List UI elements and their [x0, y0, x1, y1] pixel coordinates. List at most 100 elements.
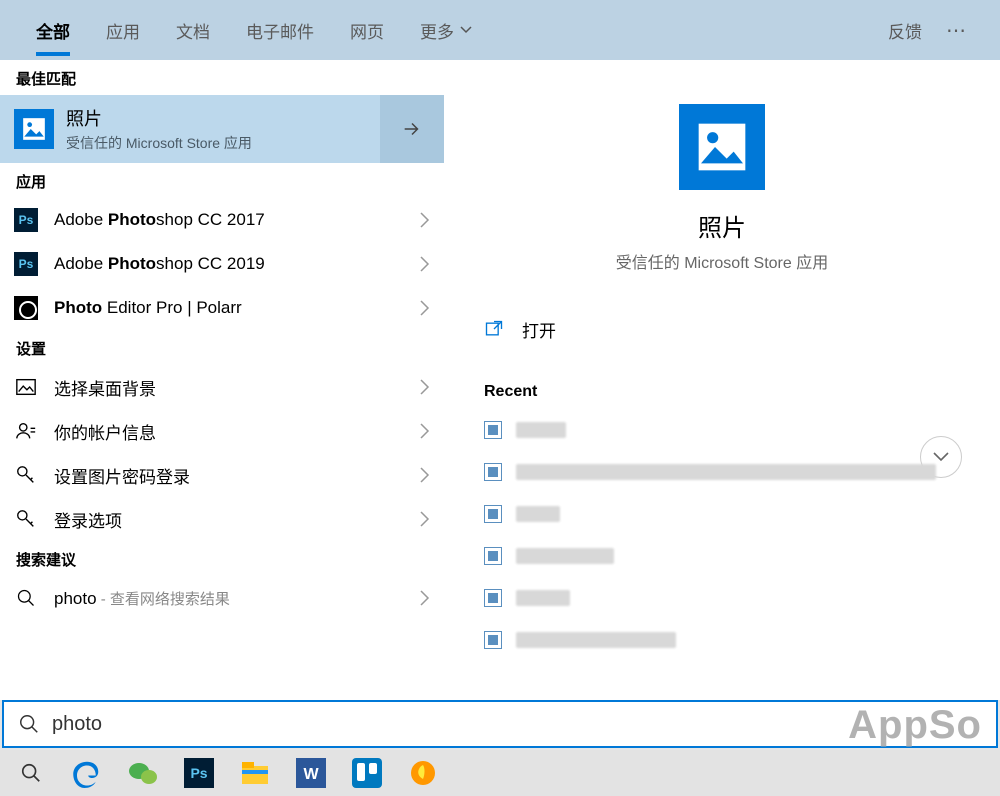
recent-item[interactable]	[484, 619, 960, 661]
photoshop-icon: Ps	[14, 208, 38, 232]
recent-item[interactable]	[484, 535, 960, 577]
tab-label: 文档	[176, 18, 210, 43]
search-icon	[14, 586, 38, 610]
recent-item-name	[516, 632, 676, 648]
recent-item-name	[516, 422, 566, 438]
search-box[interactable]	[2, 700, 998, 748]
recent-item-name	[516, 506, 560, 522]
tab-apps[interactable]: 应用	[88, 0, 158, 60]
recent-list	[444, 409, 1000, 661]
taskbar-edge-icon[interactable]	[70, 756, 104, 790]
overflow-menu-button[interactable]: ⋯	[932, 18, 982, 43]
image-file-icon	[484, 505, 502, 523]
recent-item[interactable]	[484, 451, 960, 493]
image-file-icon	[484, 547, 502, 565]
feedback-label: 反馈	[888, 23, 922, 42]
taskbar-word-icon[interactable]: W	[294, 756, 328, 790]
recent-item[interactable]	[484, 577, 960, 619]
app-result-label: Adobe Photoshop CC 2017	[54, 210, 418, 230]
best-match-title: 照片	[66, 105, 380, 131]
recent-item[interactable]	[484, 409, 960, 451]
results-list: 最佳匹配 照片 受信任的 Microsoft Store 应用 应用 Ps Ad…	[0, 60, 444, 700]
app-result-photoshop-2019[interactable]: Ps Adobe Photoshop CC 2019	[0, 242, 444, 286]
taskbar-wechat-icon[interactable]	[126, 756, 160, 790]
search-results-body: 最佳匹配 照片 受信任的 Microsoft Store 应用 应用 Ps Ad…	[0, 60, 1000, 700]
photos-app-icon	[14, 109, 54, 149]
recent-section-label: Recent	[444, 363, 1000, 409]
app-result-label: Adobe Photoshop CC 2019	[54, 254, 418, 274]
image-file-icon	[484, 589, 502, 607]
taskbar-search-icon[interactable]	[14, 756, 48, 790]
polarr-icon	[14, 296, 38, 320]
account-icon	[14, 419, 38, 443]
open-icon	[484, 319, 508, 339]
chevron-right-icon	[418, 421, 430, 441]
image-file-icon	[484, 463, 502, 481]
section-best-match: 最佳匹配	[0, 60, 444, 95]
tab-documents[interactable]: 文档	[158, 0, 228, 60]
chevron-right-icon	[418, 509, 430, 529]
setting-label: 登录选项	[54, 507, 418, 532]
taskbar-explorer-icon[interactable]	[238, 756, 272, 790]
taskbar-trello-icon[interactable]	[350, 756, 384, 790]
svg-text:W: W	[303, 766, 319, 783]
best-match-result[interactable]: 照片 受信任的 Microsoft Store 应用	[0, 95, 444, 163]
chevron-right-icon	[418, 588, 430, 608]
picture-icon	[14, 375, 38, 399]
recent-item[interactable]	[484, 493, 960, 535]
chevron-right-icon	[418, 210, 430, 230]
section-apps: 应用	[0, 163, 444, 198]
app-result-photoshop-2017[interactable]: Ps Adobe Photoshop CC 2017	[0, 198, 444, 242]
tab-web[interactable]: 网页	[332, 0, 402, 60]
taskbar: Ps W	[0, 750, 1000, 796]
chevron-right-icon	[418, 465, 430, 485]
detail-subtitle: 受信任的 Microsoft Store 应用	[616, 249, 828, 273]
section-suggestions: 搜索建议	[0, 541, 444, 576]
search-filter-tabs: 全部 应用 文档 电子邮件 网页 更多 反馈 ⋯	[0, 0, 1000, 60]
tab-label: 电子邮件	[246, 18, 314, 43]
open-label: 打开	[522, 317, 556, 342]
best-match-texts: 照片 受信任的 Microsoft Store 应用	[66, 105, 380, 153]
tab-label: 全部	[36, 18, 70, 43]
app-result-polarr[interactable]: Photo Editor Pro | Polarr	[0, 286, 444, 330]
setting-signin-options[interactable]: 登录选项	[0, 497, 444, 541]
taskbar-photoshop-icon[interactable]: Ps	[182, 756, 216, 790]
suggestion-text: photo - 查看网络搜索结果	[54, 588, 418, 609]
image-file-icon	[484, 421, 502, 439]
best-match-expand-button[interactable]	[380, 95, 444, 163]
setting-label: 设置图片密码登录	[54, 463, 418, 488]
setting-label: 选择桌面背景	[54, 375, 418, 400]
key-icon	[14, 507, 38, 531]
app-result-label: Photo Editor Pro | Polarr	[54, 298, 418, 318]
tab-email[interactable]: 电子邮件	[228, 0, 332, 60]
detail-title: 照片	[698, 208, 746, 243]
tab-label: 网页	[350, 18, 384, 43]
image-file-icon	[484, 631, 502, 649]
tab-label: 更多	[420, 18, 454, 43]
chevron-down-icon	[460, 26, 472, 34]
key-icon	[14, 463, 38, 487]
photos-app-icon	[679, 104, 765, 190]
search-icon	[18, 713, 40, 735]
tab-more[interactable]: 更多	[402, 0, 490, 60]
recent-item-name	[516, 590, 570, 606]
photoshop-icon: Ps	[14, 252, 38, 276]
result-detail-pane: 照片 受信任的 Microsoft Store 应用 打开 Recent	[444, 60, 1000, 700]
tab-label: 应用	[106, 18, 140, 43]
chevron-right-icon	[418, 298, 430, 318]
feedback-link[interactable]: 反馈	[878, 18, 932, 43]
setting-desktop-background[interactable]: 选择桌面背景	[0, 365, 444, 409]
setting-picture-password[interactable]: 设置图片密码登录	[0, 453, 444, 497]
recent-item-name	[516, 548, 614, 564]
chevron-right-icon	[418, 377, 430, 397]
section-settings: 设置	[0, 330, 444, 365]
setting-account-info[interactable]: 你的帐户信息	[0, 409, 444, 453]
open-action[interactable]: 打开	[484, 307, 960, 351]
tab-all[interactable]: 全部	[18, 0, 88, 60]
search-input[interactable]	[52, 713, 982, 736]
chevron-right-icon	[418, 254, 430, 274]
web-suggestion[interactable]: photo - 查看网络搜索结果	[0, 576, 444, 620]
taskbar-app-icon[interactable]	[406, 756, 440, 790]
recent-item-name	[516, 464, 936, 480]
setting-label: 你的帐户信息	[54, 419, 418, 444]
